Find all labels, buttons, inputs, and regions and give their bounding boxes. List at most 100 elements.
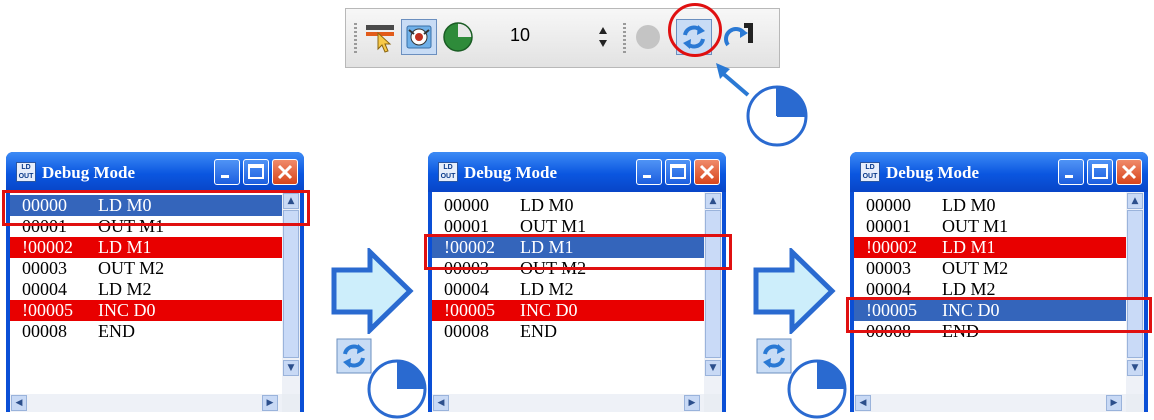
vertical-scrollbar[interactable]: ▲ ▼ — [704, 192, 722, 394]
window-title: Debug Mode — [464, 163, 558, 182]
maximize-icon — [248, 164, 264, 179]
list-item[interactable]: !00002 LD M1 — [854, 237, 1126, 258]
scroll-up-icon[interactable]: ▲ — [705, 193, 721, 209]
debug-window-3[interactable]: LD OUT Debug Mode 00000 LD M0 00001 OUT M1 … — [850, 152, 1148, 412]
gray-circle-icon — [636, 25, 660, 49]
scroll-down-icon[interactable]: ▼ — [1127, 360, 1143, 376]
scroll-right-icon[interactable]: ▶ — [684, 395, 700, 411]
row-instruction: LD M2 — [520, 279, 574, 299]
window-titlebar[interactable]: LD OUT Debug Mode — [428, 152, 726, 192]
window-titlebar[interactable]: LD OUT Debug Mode — [850, 152, 1148, 192]
scroll-down-icon[interactable]: ▼ — [705, 360, 721, 376]
row-instruction: LD M1 — [942, 237, 996, 257]
close-button[interactable] — [272, 159, 298, 185]
close-icon — [699, 164, 715, 180]
horizontal-scrollbar[interactable]: ◀ ▶ — [432, 394, 704, 412]
timer-clock-icon — [367, 359, 427, 419]
resize-grip[interactable] — [1126, 394, 1144, 412]
scroll-left-icon[interactable]: ◀ — [433, 395, 449, 411]
list-item[interactable]: !00005 INC D0 — [10, 300, 282, 321]
status-button[interactable] — [440, 19, 476, 55]
ld-out-icon: LD OUT — [438, 162, 458, 182]
minimize-icon — [643, 175, 651, 178]
vertical-scrollbar[interactable]: ▲ ▼ — [1126, 192, 1144, 394]
window-title: Debug Mode — [886, 163, 980, 182]
minimize-icon — [1065, 175, 1073, 178]
list-item[interactable]: 00004 LD M2 — [432, 279, 704, 300]
row-instruction: INC D0 — [520, 300, 578, 320]
minimize-button[interactable] — [214, 159, 240, 185]
scroll-right-icon[interactable]: ▶ — [1106, 395, 1122, 411]
minimize-button[interactable] — [1058, 159, 1084, 185]
row-instruction: LD M2 — [98, 279, 152, 299]
window-client: 00000 LD M0 00001 OUT M1 !00002 LD M1 00003… — [432, 192, 722, 412]
list-item[interactable]: 00003 OUT M2 — [10, 258, 282, 279]
scroll-thumb[interactable] — [705, 210, 721, 358]
status-circle-icon — [443, 22, 473, 52]
window-titlebar[interactable]: LD OUT Debug Mode — [6, 152, 304, 192]
horizontal-scrollbar[interactable]: ◀ ▶ — [854, 394, 1126, 412]
timer-clock-icon — [746, 85, 808, 147]
debug-window-2[interactable]: LD OUT Debug Mode 00000 LD M0 00001 OUT M1 … — [428, 152, 726, 412]
refresh-highlight-circle — [668, 3, 722, 57]
ld-out-icon: LD OUT — [16, 162, 36, 182]
horizontal-scrollbar[interactable]: ◀ ▶ — [10, 394, 282, 412]
maximize-button[interactable] — [243, 159, 269, 185]
row-instruction: LD M1 — [98, 237, 152, 257]
close-button[interactable] — [694, 159, 720, 185]
maximize-icon — [670, 164, 686, 179]
list-item[interactable]: 00000 LD M0 — [854, 195, 1126, 216]
step-cursor-button[interactable] — [362, 19, 398, 55]
row-address: !00002 — [22, 237, 73, 257]
monitor-eye-icon — [406, 25, 432, 49]
monitor-button[interactable] — [401, 19, 437, 55]
resize-grip[interactable] — [704, 394, 722, 412]
list-item[interactable]: !00005 INC D0 — [432, 300, 704, 321]
next-step-arrow-icon — [753, 248, 836, 334]
next-step-arrow-icon — [331, 248, 414, 334]
row-address: 00000 — [444, 195, 489, 215]
row-address: !00005 — [444, 300, 495, 320]
row-instruction: LD M0 — [942, 195, 996, 215]
list-item[interactable]: 00008 END — [432, 321, 704, 342]
list-item[interactable]: 00008 END — [10, 321, 282, 342]
scroll-down-icon[interactable]: ▼ — [283, 360, 299, 376]
selected-row-highlight — [424, 234, 732, 270]
list-item[interactable]: 00004 LD M2 — [10, 279, 282, 300]
close-button[interactable] — [1116, 159, 1142, 185]
row-address: 00008 — [444, 321, 489, 341]
timer-clock-icon — [787, 359, 847, 419]
step-over-icon — [724, 23, 753, 47]
list-item[interactable]: 00001 OUT M1 — [854, 216, 1126, 237]
list-item[interactable]: 00000 LD M0 — [432, 195, 704, 216]
toolbar-grip-2[interactable] — [623, 23, 626, 53]
close-icon — [1121, 164, 1137, 180]
scroll-thumb[interactable] — [283, 210, 299, 358]
maximize-icon — [1092, 164, 1108, 179]
scroll-up-icon[interactable]: ▲ — [1127, 193, 1143, 209]
scroll-right-icon[interactable]: ▶ — [262, 395, 278, 411]
list-item[interactable]: 00003 OUT M2 — [854, 258, 1126, 279]
step-over-button[interactable] — [722, 19, 758, 55]
maximize-button[interactable] — [1087, 159, 1113, 185]
scroll-left-icon[interactable]: ◀ — [11, 395, 27, 411]
spinner-updown-icon — [599, 27, 607, 47]
minimize-button[interactable] — [636, 159, 662, 185]
maximize-button[interactable] — [665, 159, 691, 185]
row-address: 00003 — [22, 258, 67, 278]
instruction-list[interactable]: 00000 LD M0 00001 OUT M1 !00002 LD M1 00003… — [432, 192, 704, 392]
row-address: 00000 — [866, 195, 911, 215]
disabled-run-button[interactable] — [630, 19, 666, 55]
scroll-thumb[interactable] — [1127, 210, 1143, 358]
instruction-list[interactable]: 00000 LD M0 00001 OUT M1 !00002 LD M1 00003… — [854, 192, 1126, 392]
toolbar-grip[interactable] — [354, 23, 357, 53]
list-item[interactable]: !00002 LD M1 — [10, 237, 282, 258]
row-instruction: OUT M2 — [98, 258, 165, 278]
scroll-left-icon[interactable]: ◀ — [855, 395, 871, 411]
interval-spinner[interactable] — [598, 25, 608, 49]
interval-value[interactable]: 10 — [510, 25, 530, 46]
row-address: !00005 — [22, 300, 73, 320]
resize-grip[interactable] — [282, 394, 300, 412]
row-address: 00001 — [866, 216, 911, 236]
row-address: !00002 — [866, 237, 917, 257]
